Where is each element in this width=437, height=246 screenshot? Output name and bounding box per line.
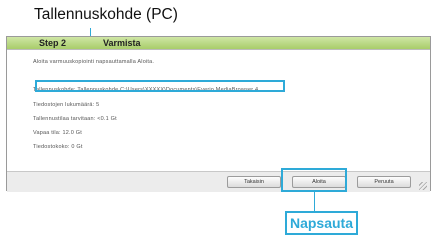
step-label: Step 2 [39, 38, 67, 48]
file-count: Tiedostojen lukumäärä: 5 [33, 102, 100, 108]
step-title: Varmista [103, 38, 141, 48]
click-badge: Napsauta [285, 211, 358, 235]
annotation-caption: Tallennuskohde (PC) [34, 6, 178, 23]
dialog-content: Aloita varmuuskopiointi napsauttamalla A… [7, 49, 430, 172]
resize-grip-icon[interactable] [419, 182, 427, 190]
back-button[interactable]: Takaisin [227, 176, 281, 188]
dialog-header: Step 2 Varmista [7, 37, 430, 49]
backup-dialog: Step 2 Varmista Aloita varmuuskopiointi … [6, 36, 431, 192]
instruction-text: Aloita varmuuskopiointi napsauttamalla A… [33, 59, 155, 65]
free-space: Vapaa tila: 12.0 Gt [33, 130, 82, 136]
destination-highlight [35, 80, 285, 92]
start-button-highlight [281, 168, 347, 192]
click-callout-line [314, 192, 315, 211]
file-size: Tiedostokoko: 0 Gt [33, 144, 83, 150]
required-space: Tallennustilaa tarvitaan: <0.1 Gt [33, 116, 117, 122]
dialog-footer: Takaisin Aloita Peruuta [7, 171, 430, 192]
cancel-button[interactable]: Peruuta [357, 176, 411, 188]
